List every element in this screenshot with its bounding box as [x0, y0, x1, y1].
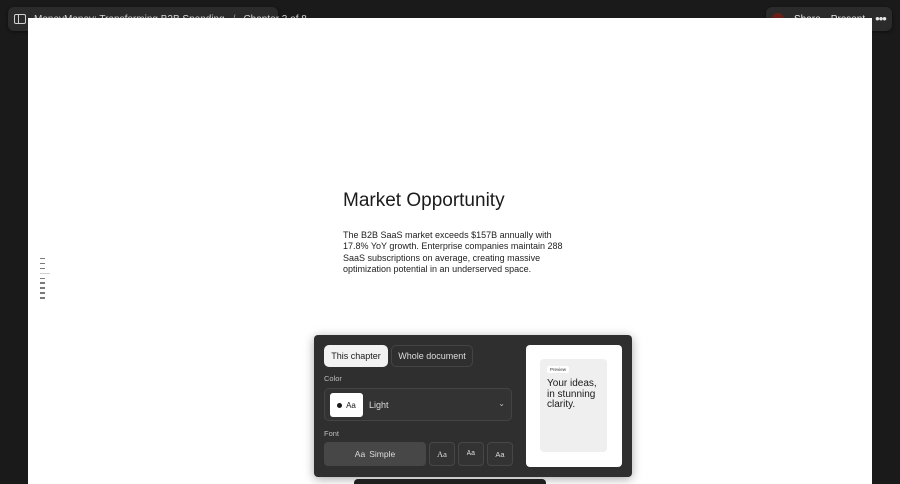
- outline-line[interactable]: [40, 292, 45, 294]
- outline-line[interactable]: [40, 282, 45, 284]
- font-label: Font: [324, 429, 340, 438]
- font-option-mono[interactable]: Aa: [458, 442, 484, 466]
- bottom-toolbar[interactable]: [354, 479, 546, 484]
- color-label: Color: [324, 374, 342, 383]
- theme-preview: Preview Your ideas, in stunning clarity.: [526, 345, 622, 467]
- chapter-outline[interactable]: [40, 258, 50, 299]
- preview-card: Preview Your ideas, in stunning clarity.: [540, 359, 607, 452]
- font-option-sample: Aa: [354, 449, 366, 459]
- color-swatch-text: Aa: [346, 400, 356, 410]
- page-title: Market Opportunity: [343, 190, 505, 211]
- more-options-icon[interactable]: •••: [875, 12, 887, 25]
- outline-line[interactable]: [40, 287, 45, 289]
- font-option-simple[interactable]: Aa Simple: [324, 442, 426, 466]
- font-option-sans[interactable]: Aa: [487, 442, 513, 466]
- color-value: Light: [369, 400, 389, 410]
- outline-line[interactable]: [40, 267, 45, 270]
- outline-line[interactable]: [40, 277, 45, 279]
- color-swatch: Aa: [330, 393, 363, 417]
- sidebar-toggle-icon[interactable]: [14, 14, 26, 24]
- preview-text: Your ideas, in stunning clarity.: [547, 378, 597, 410]
- page-body-text: The B2B SaaS market exceeds $157B annual…: [343, 230, 563, 274]
- outline-line[interactable]: [40, 262, 45, 265]
- outline-line[interactable]: [40, 258, 45, 260]
- outline-line[interactable]: [40, 297, 45, 299]
- theme-panel: This chapter Whole document Color Aa Lig…: [314, 335, 632, 477]
- chevron-down-icon: ⌄: [498, 399, 505, 408]
- tab-this-chapter[interactable]: This chapter: [324, 345, 388, 367]
- font-option-serif[interactable]: Aa: [429, 442, 455, 466]
- font-option-name: Simple: [369, 449, 396, 459]
- color-dot-icon: [337, 402, 343, 408]
- preview-tag: Preview: [547, 366, 570, 373]
- color-select[interactable]: Aa Light ⌄: [324, 388, 512, 421]
- outline-line-active[interactable]: [40, 272, 50, 275]
- tab-whole-document[interactable]: Whole document: [391, 345, 473, 367]
